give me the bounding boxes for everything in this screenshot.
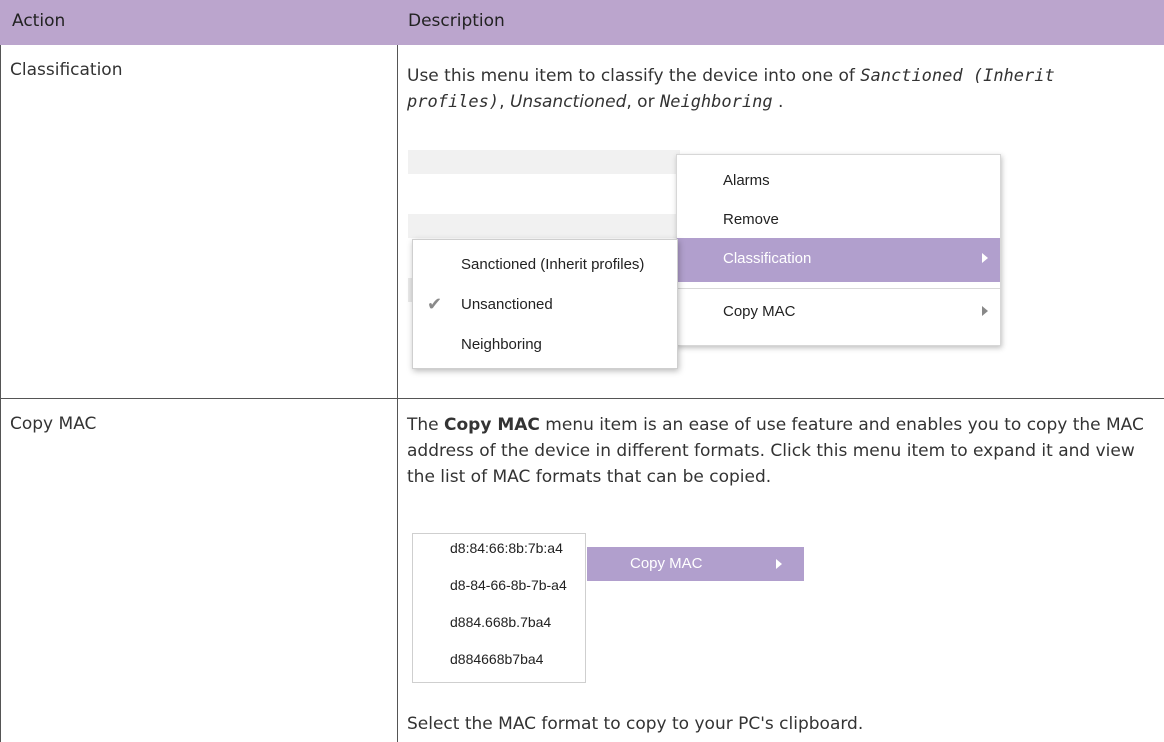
context-menu: Alarms Remove Classification Copy MAC	[676, 154, 1001, 346]
submenu-item-neighboring[interactable]: Neighboring	[413, 324, 677, 364]
header-description: Description	[408, 11, 505, 31]
mac-format-label: d884.668b.7ba4	[450, 614, 552, 630]
desc-sep: ,	[499, 92, 510, 112]
submenu-item-label: Unsanctioned	[461, 296, 553, 313]
submenu-item-label: Neighboring	[461, 336, 542, 353]
desc-text: The	[407, 415, 445, 435]
row-divider	[0, 398, 1164, 399]
mac-format-label: d8-84-66-8b-7b-a4	[450, 577, 567, 593]
mac-format-label: d884668b7ba4	[450, 651, 544, 667]
table-header: Action Description	[0, 0, 1164, 45]
background-row	[408, 214, 680, 238]
submenu-item-label: Sanctioned (Inherit profiles)	[461, 256, 645, 273]
mac-format-list: d8:84:66:8b:7b:a4 d8-84-66-8b-7b-a4 d884…	[412, 533, 586, 683]
submenu-item-sanctioned[interactable]: Sanctioned (Inherit profiles)	[413, 244, 677, 284]
mac-format-dot[interactable]: d884.668b.7ba4	[413, 608, 585, 645]
desc-text: Use this menu item to classify the devic…	[407, 66, 861, 86]
mac-format-label: d8:84:66:8b:7b:a4	[450, 540, 563, 556]
menu-item-copy-mac[interactable]: Copy MAC	[677, 291, 1000, 333]
menu-item-alarms[interactable]: Alarms	[677, 160, 1000, 202]
copy-mac-screenshot: d8:84:66:8b:7b:a4 d8-84-66-8b-7b-a4 d884…	[412, 533, 812, 683]
menu-divider	[677, 288, 1000, 289]
menu-item-label: Alarms	[723, 172, 770, 189]
menu-item-label: Copy MAC	[723, 303, 796, 320]
header-action: Action	[12, 11, 66, 31]
column-divider	[397, 45, 398, 742]
chevron-right-icon	[982, 253, 988, 263]
submenu-item-unsanctioned[interactable]: ✔ Unsanctioned	[413, 284, 677, 324]
table-border-left	[0, 45, 1, 742]
copy-mac-menu-item[interactable]: Copy MAC	[587, 547, 804, 581]
desc-bold-copy-mac: Copy MAC	[444, 415, 540, 435]
menu-item-classification[interactable]: Classification	[677, 238, 1000, 282]
mac-format-colon[interactable]: d8:84:66:8b:7b:a4	[413, 534, 585, 571]
row-action-classification: Classification	[10, 60, 123, 80]
chevron-right-icon	[776, 559, 782, 569]
mac-format-plain[interactable]: d884668b7ba4	[413, 645, 585, 682]
row-description-copy-mac: The Copy MAC menu item is an ease of use…	[407, 412, 1147, 490]
menu-item-label: Classification	[723, 250, 812, 267]
menu-item-label: Remove	[723, 211, 779, 228]
classification-screenshot: Alarms Remove Classification Copy MAC Sa…	[408, 150, 1001, 372]
row-description-classification: Use this menu item to classify the devic…	[407, 63, 1147, 115]
option-unsanctioned-text: Unsanctioned	[509, 92, 627, 112]
classification-submenu: Sanctioned (Inherit profiles) ✔ Unsancti…	[412, 239, 678, 369]
actions-table: Action Description Classification Use th…	[0, 0, 1164, 742]
mac-format-dash[interactable]: d8-84-66-8b-7b-a4	[413, 571, 585, 608]
menu-item-remove[interactable]: Remove	[677, 199, 1000, 241]
copy-mac-label: Copy MAC	[630, 555, 703, 572]
row-footer-text: Select the MAC format to copy to your PC…	[407, 714, 864, 734]
checkmark-icon: ✔	[427, 294, 443, 314]
desc-sep: , or	[626, 92, 660, 112]
chevron-right-icon	[982, 306, 988, 316]
background-row	[408, 150, 680, 174]
row-action-copy-mac: Copy MAC	[10, 414, 97, 434]
desc-end: .	[772, 92, 784, 112]
option-neighboring-text: Neighboring	[659, 92, 773, 112]
